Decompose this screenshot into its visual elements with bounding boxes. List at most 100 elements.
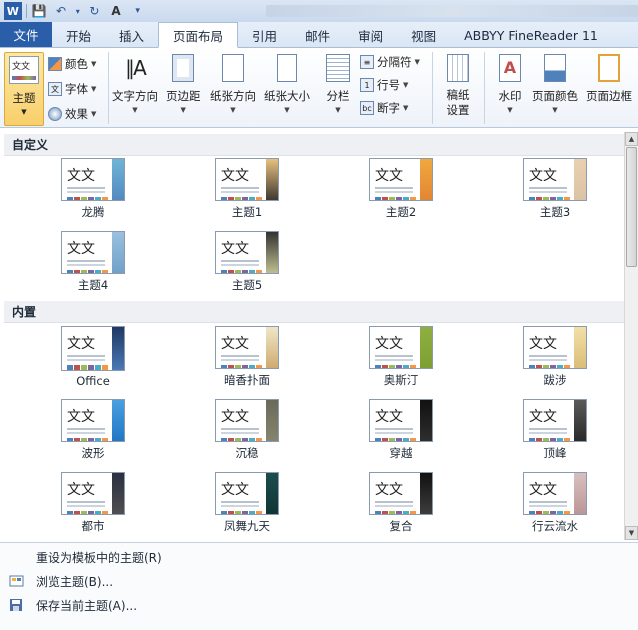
theme-preview: 文文 [61, 158, 125, 201]
tab-abbyy[interactable]: ABBYY FineReader 11 [450, 23, 612, 47]
columns-icon [322, 52, 354, 84]
line-numbers-button[interactable]: 1 行号 ▼ [360, 77, 408, 93]
color-swatches [67, 438, 109, 441]
tab-file[interactable]: 文件 [0, 22, 52, 47]
colors-icon [48, 57, 62, 71]
preview-line [67, 260, 105, 262]
theme-thumb-builtin-7[interactable]: 文文 顶峰 [510, 399, 600, 461]
reset-theme-item[interactable]: 重设为模板中的主题(R) [0, 545, 638, 569]
color-swatches [221, 365, 263, 368]
breaks-button[interactable]: ≡ 分隔符 ▼ [360, 54, 420, 70]
page-color-button[interactable]: 页面颜色 ▼ [532, 52, 578, 114]
tab-view[interactable]: 视图 [397, 23, 450, 47]
paper-setup-button[interactable]: 稿纸设置 [442, 52, 474, 118]
theme-thumb-custom-3[interactable]: 文文 主题3 [510, 158, 600, 220]
orientation-button[interactable]: 纸张方向 ▼ [210, 52, 256, 114]
tab-references[interactable]: 引用 [238, 23, 291, 47]
scroll-thumb[interactable] [626, 147, 637, 267]
theme-thumb-builtin-6[interactable]: 文文 穿越 [356, 399, 446, 461]
preview-line [375, 359, 413, 361]
theme-thumb-builtin-4[interactable]: 文文 波形 [48, 399, 138, 461]
theme-preview: 文文 [369, 326, 433, 369]
preview-line [529, 432, 567, 434]
line-numbers-dropdown-icon: ▼ [403, 81, 409, 89]
ribbon-page-layout: 文文 主题 ▼ 颜色 ▼ 文 字体 ▼ 效果 ▼ ∥A 文字方向 ▼ 页边距 ▼ 纸张… [0, 48, 638, 128]
font-color-icon[interactable]: A [107, 2, 125, 20]
theme-preview: 文文 [215, 399, 279, 442]
text-direction-button[interactable]: ∥A 文字方向 ▼ [112, 52, 158, 114]
theme-button[interactable]: 文文 主题 ▼ [4, 52, 44, 126]
colors-button[interactable]: 颜色 ▼ [48, 56, 96, 72]
group-separator [484, 52, 485, 124]
customize-qat-icon[interactable]: ▾ [129, 2, 147, 20]
page-borders-button[interactable]: 页面边框 [586, 52, 632, 104]
theme-thumb-builtin-1[interactable]: 文文 暗香扑面 [202, 326, 292, 388]
theme-thumb-builtin-5[interactable]: 文文 沉稳 [202, 399, 292, 461]
tab-page-layout[interactable]: 页面布局 [158, 22, 239, 48]
text-direction-icon: ∥A [125, 56, 147, 80]
redo-icon[interactable]: ↻ [86, 2, 104, 20]
tab-mailings[interactable]: 邮件 [291, 23, 344, 47]
margins-button[interactable]: 页边距 ▼ [166, 52, 201, 114]
theme-thumb-builtin-11[interactable]: 文文 行云流水 [510, 472, 600, 534]
theme-thumb-custom-5[interactable]: 文文 主题5 [202, 231, 292, 293]
theme-preview: 文文 [369, 472, 433, 515]
theme-thumb-builtin-10[interactable]: 文文 复合 [356, 472, 446, 534]
color-swatches [375, 365, 417, 368]
preview-line [375, 501, 413, 503]
theme-caption: 主题2 [385, 205, 417, 219]
theme-thumb-builtin-0[interactable]: 文文 Office [48, 326, 138, 388]
theme-preview-text: 文文 [375, 482, 403, 498]
save-theme-item[interactable]: 保存当前主题(A)... [0, 593, 638, 617]
watermark-icon: A [494, 52, 526, 84]
theme-caption: 凤舞九天 [224, 519, 270, 533]
word-logo-icon[interactable]: W [4, 2, 22, 20]
theme-preview-text: 文文 [67, 482, 95, 498]
theme-accent [266, 473, 278, 514]
tab-home[interactable]: 开始 [52, 23, 105, 47]
theme-preview-text: 文文 [375, 409, 403, 425]
theme-preview-text: 文文 [67, 409, 95, 425]
theme-preview: 文文 [61, 399, 125, 442]
reset-theme-icon [8, 549, 26, 565]
preview-line [221, 260, 259, 262]
color-swatches [375, 197, 417, 200]
theme-label: 主题 [12, 91, 36, 105]
theme-thumb-builtin-9[interactable]: 文文 凤舞九天 [202, 472, 292, 534]
theme-thumb-custom-0[interactable]: 文文 龙腾 [48, 158, 138, 220]
scroll-up-icon[interactable]: ▲ [625, 132, 638, 146]
theme-preview: 文文 [215, 472, 279, 515]
page-borders-icon [593, 52, 625, 84]
save-icon[interactable]: 💾 [31, 2, 49, 20]
tab-insert[interactable]: 插入 [105, 23, 158, 47]
theme-thumb-builtin-2[interactable]: 文文 奥斯汀 [356, 326, 446, 388]
theme-thumb-custom-4[interactable]: 文文 主题4 [48, 231, 138, 293]
undo-icon[interactable]: ↶ [52, 2, 70, 20]
theme-menu-commands: 重设为模板中的主题(R) 浏览主题(B)... 保存当前主题(A)... [0, 542, 638, 630]
theme-thumb-builtin-3[interactable]: 文文 跋涉 [510, 326, 600, 388]
orientation-icon [217, 52, 249, 84]
text-direction-dropdown-icon: ▼ [132, 106, 138, 114]
preview-line [529, 428, 567, 430]
size-button[interactable]: 纸张大小 ▼ [264, 52, 310, 114]
scroll-down-icon[interactable]: ▼ [625, 526, 638, 540]
save-theme-icon [8, 597, 26, 613]
theme-thumb-builtin-8[interactable]: 文文 都市 [48, 472, 138, 534]
fonts-button[interactable]: 文 字体 ▼ [48, 81, 96, 97]
tab-review[interactable]: 审阅 [344, 23, 397, 47]
theme-preview-text: 文文 [67, 336, 95, 352]
effects-button[interactable]: 效果 ▼ [48, 106, 96, 122]
columns-button[interactable]: 分栏 ▼ [322, 52, 354, 114]
theme-accent [112, 232, 124, 273]
hyphenation-button[interactable]: bc 断字 ▼ [360, 100, 408, 116]
theme-thumb-custom-1[interactable]: 文文 主题1 [202, 158, 292, 220]
size-label: 纸张大小 [264, 89, 310, 103]
orientation-dropdown-icon: ▼ [230, 106, 236, 114]
theme-accent [420, 327, 432, 368]
gallery-scrollbar[interactable]: ▲ ▼ [624, 132, 638, 540]
watermark-button[interactable]: A 水印 ▼ [494, 52, 526, 114]
undo-dropdown-icon[interactable]: ▾ [74, 2, 82, 20]
theme-preview-text: 文文 [67, 168, 95, 184]
browse-theme-item[interactable]: 浏览主题(B)... [0, 569, 638, 593]
theme-thumb-custom-2[interactable]: 文文 主题2 [356, 158, 446, 220]
